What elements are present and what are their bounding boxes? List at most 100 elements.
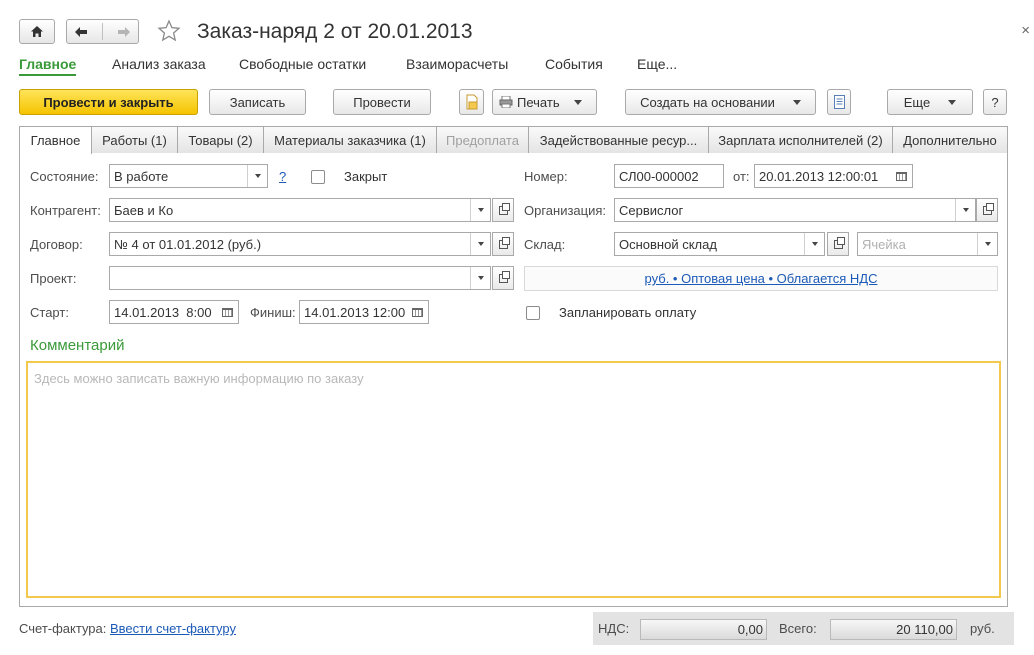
tab-additional[interactable]: Дополнительно [892,126,1008,153]
organization-label: Организация: [524,203,607,218]
open-form-icon [498,202,510,215]
warehouse-value: Основной склад [619,236,717,252]
report-icon [833,95,845,109]
calendar-icon[interactable] [406,301,428,323]
finish-label: Финиш: [250,305,296,320]
printer-icon [499,96,513,108]
date-field[interactable]: 20.01.2013 12:00:01 [754,164,913,188]
open-form-icon [498,236,510,249]
price-info-link[interactable]: руб. • Оптовая цена • Облагается НДС [645,271,878,286]
section-main[interactable]: Главное [19,56,77,76]
forward-icon[interactable] [117,26,131,38]
comment-textarea[interactable]: Здесь можно записать важную информацию п… [26,361,1001,598]
open-organization-button[interactable] [976,198,998,222]
chevron-down-icon [948,99,957,105]
section-order-analysis[interactable]: Анализ заказа [112,56,206,72]
chevron-down-icon[interactable] [247,165,267,187]
report-button[interactable] [827,89,851,115]
print-label: Печать [517,94,560,110]
calendar-icon[interactable] [216,301,238,323]
finish-value: 14.01.2013 12:00 [304,304,406,320]
create-based-on-label: Создать на основании [640,94,775,110]
vat-label: НДС: [598,621,630,636]
tab-resources[interactable]: Задействованные ресур... [528,126,709,153]
chevron-down-icon[interactable] [470,199,490,221]
counterparty-value: Баев и Ко [114,202,174,218]
more-label: Еще [903,94,931,110]
state-help-link[interactable]: ? [279,169,286,184]
number-field[interactable]: СЛ00-000002 [614,164,724,188]
closed-label: Закрыт [344,169,388,184]
section-more[interactable]: Еще... [637,56,677,72]
home-icon [31,26,43,37]
closed-checkbox[interactable] [311,170,325,184]
save-button[interactable]: Записать [209,89,306,115]
comment-heading: Комментарий [30,337,125,354]
chevron-down-icon[interactable] [470,267,490,289]
attachment-button[interactable] [459,89,484,115]
help-button[interactable]: ? [983,89,1007,115]
tab-main[interactable]: Главное [19,126,92,154]
start-label: Старт: [30,305,69,320]
calendar-icon[interactable] [890,165,912,187]
chevron-down-icon[interactable] [804,233,824,255]
tab-goods[interactable]: Товары (2) [177,126,264,153]
open-counterparty-button[interactable] [492,198,514,222]
warehouse-field[interactable]: Основной склад [614,232,825,256]
post-and-close-button[interactable]: Провести и закрыть [19,89,198,115]
total-amount: 20 110,00 [830,619,957,640]
open-form-icon [498,270,510,283]
counterparty-field[interactable]: Баев и Ко [109,198,491,222]
tab-works[interactable]: Работы (1) [91,126,178,153]
chevron-down-icon[interactable] [977,233,997,255]
currency-label: руб. [970,621,995,636]
section-events[interactable]: События [545,56,603,72]
section-free-stock[interactable]: Свободные остатки [239,56,366,72]
chevron-down-icon[interactable] [470,233,490,255]
total-label: Всего: [779,621,817,636]
open-project-button[interactable] [492,266,514,290]
home-button[interactable] [19,19,55,44]
favorite-star-icon[interactable] [157,19,181,46]
tab-customer-materials[interactable]: Материалы заказчика (1) [263,126,437,153]
date-from-label: от: [733,169,750,184]
project-field[interactable] [109,266,491,290]
start-field[interactable]: 14.01.2013 8:00 [109,300,239,324]
state-value: В работе [114,168,169,184]
open-warehouse-button[interactable] [827,232,849,256]
cell-field[interactable]: Ячейка [857,232,998,256]
tab-salary[interactable]: Зарплата исполнителей (2) [708,126,893,153]
back-forward-group [66,19,139,44]
chevron-down-icon[interactable] [955,199,975,221]
finish-field[interactable]: 14.01.2013 12:00 [299,300,429,324]
plan-payment-checkbox[interactable] [526,306,540,320]
project-label: Проект: [30,271,77,286]
post-button[interactable]: Провести [333,89,431,115]
number-label: Номер: [524,169,568,184]
section-settlements[interactable]: Взаиморасчеты [406,56,508,72]
create-based-on-button[interactable]: Создать на основании [625,89,816,115]
organization-field[interactable]: Сервислог [614,198,976,222]
date-value: 20.01.2013 12:00:01 [759,168,879,184]
more-button[interactable]: Еще [887,89,973,115]
counterparty-label: Контрагент: [30,203,101,218]
contract-label: Договор: [30,237,83,252]
print-button[interactable]: Печать [492,89,597,115]
state-select[interactable]: В работе [109,164,268,188]
cell-placeholder: Ячейка [862,236,906,252]
enter-invoice-link[interactable]: Ввести счет-фактуру [110,621,236,636]
tab-prepayment[interactable]: Предоплата [436,126,529,153]
open-form-icon [982,202,994,215]
number-value: СЛ00-000002 [619,168,699,184]
close-icon[interactable]: × [1021,22,1030,39]
vat-amount: 0,00 [640,619,767,640]
contract-value: № 4 от 01.01.2012 (руб.) [114,236,262,252]
plan-payment-label: Запланировать оплату [559,305,697,320]
open-contract-button[interactable] [492,232,514,256]
organization-value: Сервислог [619,202,684,218]
contract-field[interactable]: № 4 от 01.01.2012 (руб.) [109,232,491,256]
comment-placeholder: Здесь можно записать важную информацию п… [34,371,364,386]
back-icon[interactable] [74,26,88,38]
warehouse-label: Склад: [524,237,566,252]
open-form-icon [833,236,845,249]
